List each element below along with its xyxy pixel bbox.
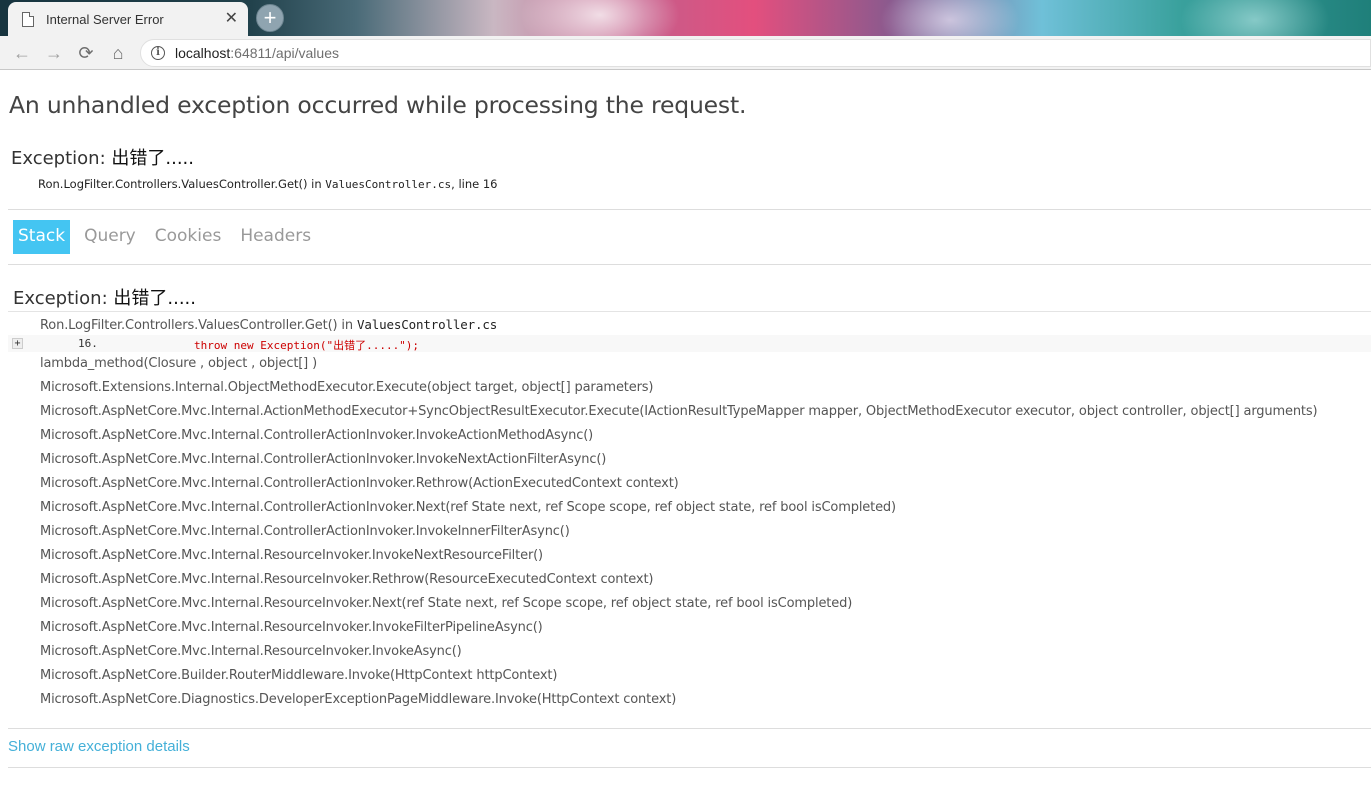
background-decoration	[520, 0, 680, 36]
tab-title: Internal Server Error	[46, 11, 164, 27]
reload-icon[interactable]: ⟳	[74, 41, 98, 65]
divider	[8, 264, 1371, 265]
browser-tabstrip: Internal Server Error ✕ +	[0, 0, 1371, 36]
stack-frame: Microsoft.AspNetCore.Mvc.Internal.Action…	[40, 404, 1318, 419]
stack-frame: Microsoft.AspNetCore.Mvc.Internal.Resour…	[40, 548, 543, 563]
stack-frame: Microsoft.AspNetCore.Mvc.Internal.Contro…	[40, 500, 896, 515]
stack-frame: Ron.LogFilter.Controllers.ValuesControll…	[40, 317, 497, 333]
exception-summary: Exception: 出错了.....	[11, 144, 194, 170]
page-content: An unhandled exception occurred while pr…	[0, 71, 1371, 794]
frame-method: Ron.LogFilter.Controllers.ValuesControll…	[40, 318, 357, 333]
location-line: , line 16	[451, 177, 498, 191]
expand-source-button[interactable]: +	[12, 338, 23, 349]
stack-frame: Microsoft.AspNetCore.Mvc.Internal.Resour…	[40, 644, 462, 659]
stack-frame: Microsoft.AspNetCore.Mvc.Internal.Contro…	[40, 524, 570, 539]
tab-query[interactable]: Query	[79, 220, 141, 254]
source-line: throw new Exception("出错了.....");	[194, 339, 420, 352]
divider	[8, 728, 1371, 729]
page-icon	[22, 11, 34, 27]
browser-tab[interactable]: Internal Server Error ✕	[8, 2, 248, 36]
divider	[8, 311, 1371, 312]
close-tab-icon[interactable]: ✕	[225, 11, 238, 27]
exception-label: Exception:	[11, 148, 112, 169]
new-tab-button[interactable]: +	[256, 4, 284, 32]
stack-frame: Microsoft.AspNetCore.Mvc.Internal.Contro…	[40, 452, 607, 467]
exception-location: Ron.LogFilter.Controllers.ValuesControll…	[38, 177, 498, 191]
info-icon[interactable]: i	[151, 46, 165, 60]
browser-toolbar: ← → ⟳ ⌂ i localhost:64811/api/values	[0, 36, 1371, 70]
exception-message: 出错了.....	[113, 288, 196, 309]
stack-frame: Microsoft.AspNetCore.Mvc.Internal.Contro…	[40, 476, 679, 491]
stack-frame: Microsoft.AspNetCore.Builder.RouterMiddl…	[40, 668, 558, 683]
frame-file: ValuesController.cs	[356, 317, 498, 332]
address-bar[interactable]: i localhost:64811/api/values	[140, 39, 1371, 67]
stack-frame: Microsoft.AspNetCore.Diagnostics.Develop…	[40, 692, 677, 707]
stack-frame: Microsoft.AspNetCore.Mvc.Internal.Contro…	[40, 428, 594, 443]
background-decoration	[1180, 0, 1330, 36]
url-path: :64811/api/values	[230, 45, 339, 61]
background-decoration	[880, 0, 1020, 36]
tab-cookies[interactable]: Cookies	[150, 220, 227, 254]
location-file: ValuesController.cs	[325, 178, 452, 191]
line-number: 16.	[78, 337, 98, 350]
divider	[8, 209, 1371, 210]
source-code-row: + 16. throw new Exception("出错了.....");	[8, 335, 1371, 352]
location-method: Ron.LogFilter.Controllers.ValuesControll…	[38, 177, 326, 191]
show-raw-exception-link[interactable]: Show raw exception details	[8, 738, 190, 755]
stack-frame: Microsoft.Extensions.Internal.ObjectMeth…	[40, 380, 654, 395]
stack-frame: Microsoft.AspNetCore.Mvc.Internal.Resour…	[40, 596, 853, 611]
tab-headers[interactable]: Headers	[235, 220, 316, 254]
url-host: localhost	[175, 45, 231, 61]
stack-frame: Microsoft.AspNetCore.Mvc.Internal.Resour…	[40, 572, 654, 587]
exception-message: 出错了.....	[111, 148, 194, 169]
exception-label: Exception:	[13, 288, 114, 309]
divider	[8, 767, 1371, 768]
home-icon[interactable]: ⌂	[106, 41, 130, 65]
page-title: An unhandled exception occurred while pr…	[9, 91, 747, 119]
stack-exception-heading: Exception: 出错了.....	[13, 284, 196, 310]
back-arrow-icon[interactable]: ←	[10, 41, 34, 65]
tab-stack[interactable]: Stack	[13, 220, 71, 254]
stack-frame: lambda_method(Closure , object , object[…	[40, 356, 318, 371]
forward-arrow-icon[interactable]: →	[42, 41, 66, 65]
detail-tabs: Stack Query Cookies Headers	[13, 220, 325, 254]
stack-frame: Microsoft.AspNetCore.Mvc.Internal.Resour…	[40, 620, 543, 635]
